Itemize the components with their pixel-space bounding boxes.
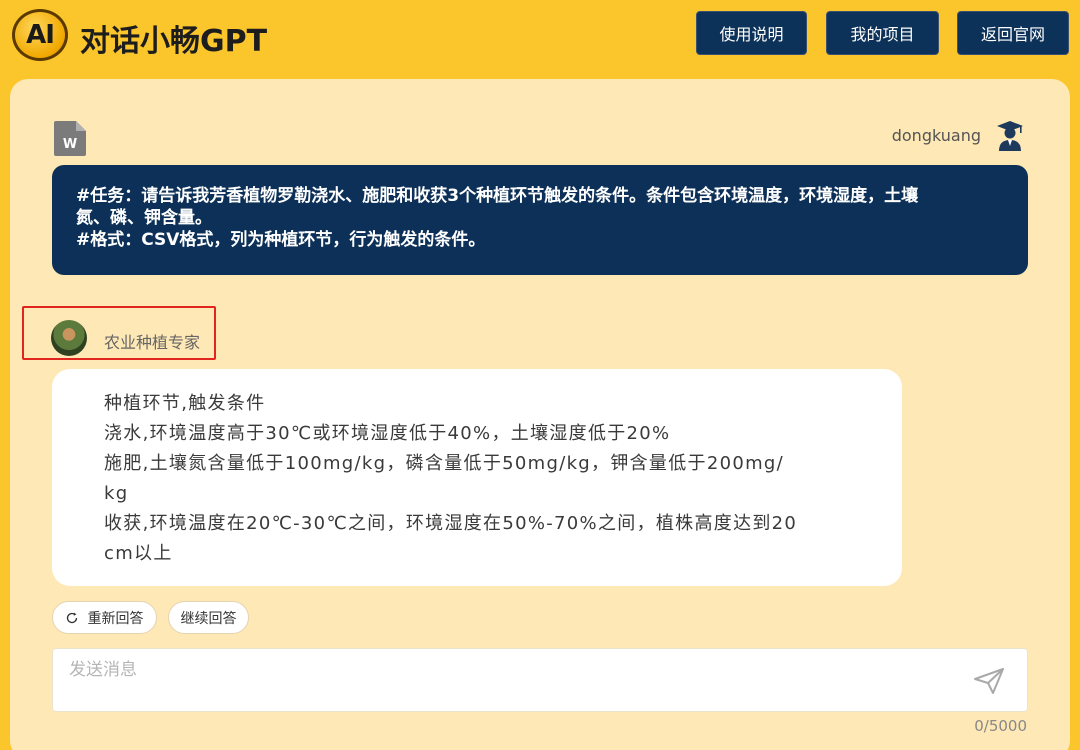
message-input[interactable] xyxy=(69,657,929,683)
reply-line: 浇水,环境温度高于30℃或环境湿度低于40%，土壤湿度低于20% xyxy=(104,423,671,444)
user-graduate-icon xyxy=(997,121,1023,151)
app-header: AI 对话小畅GPT 使用说明 我的项目 返回官网 xyxy=(0,0,1080,76)
char-counter: 0/5000 xyxy=(974,717,1027,735)
user-message-bubble: #任务：请告诉我芳香植物罗勒浇水、施肥和收获3个种植环节触发的条件。条件包含环境… xyxy=(52,165,1028,275)
agent-avatar xyxy=(51,320,87,356)
user-message-line: #任务：请告诉我芳香植物罗勒浇水、施肥和收获3个种植环节触发的条件。条件包含环境… xyxy=(76,186,919,206)
logo-text: AI xyxy=(26,20,55,50)
back-to-site-button[interactable]: 返回官网 xyxy=(957,11,1069,55)
chat-panel: W dongkuang #任务：请告诉我芳香植物罗勒浇水、施肥和收获3个种植环节… xyxy=(10,79,1070,750)
message-composer xyxy=(52,648,1028,712)
file-icon-label: W xyxy=(63,137,77,152)
assistant-reply-bubble: 种植环节,触发条件 浇水,环境温度高于30℃或环境湿度低于40%，土壤湿度低于2… xyxy=(52,369,902,586)
regenerate-button[interactable]: 重新回答 xyxy=(52,601,157,634)
usage-guide-button[interactable]: 使用说明 xyxy=(696,11,807,55)
word-file-icon[interactable]: W xyxy=(54,121,86,156)
send-icon[interactable] xyxy=(973,667,1005,695)
reply-line: cm以上 xyxy=(104,543,173,564)
logo: AI xyxy=(12,9,68,61)
agent-name: 农业种植专家 xyxy=(104,333,201,352)
continue-button[interactable]: 继续回答 xyxy=(168,601,249,634)
continue-label: 继续回答 xyxy=(180,610,237,627)
reply-line: 收获,环境温度在20℃-30℃之间，环境湿度在50%-70%之间，植株高度达到2… xyxy=(104,513,798,534)
reply-line: 施肥,土壤氮含量低于100mg/kg，磷含量低于50mg/kg，钾含量低于200… xyxy=(104,453,785,474)
app-title: 对话小畅GPT xyxy=(80,24,268,59)
user-name: dongkuang xyxy=(891,126,981,145)
regenerate-label: 重新回答 xyxy=(87,610,144,627)
user-message-line: 氮、磷、钾含量。 xyxy=(76,208,212,228)
refresh-icon xyxy=(66,612,77,623)
reply-line: 种植环节,触发条件 xyxy=(104,393,266,414)
user-message-line: #格式：CSV格式，列为种植环节，行为触发的条件。 xyxy=(76,230,486,250)
my-projects-button[interactable]: 我的项目 xyxy=(826,11,939,55)
reply-line: kg xyxy=(104,483,129,504)
